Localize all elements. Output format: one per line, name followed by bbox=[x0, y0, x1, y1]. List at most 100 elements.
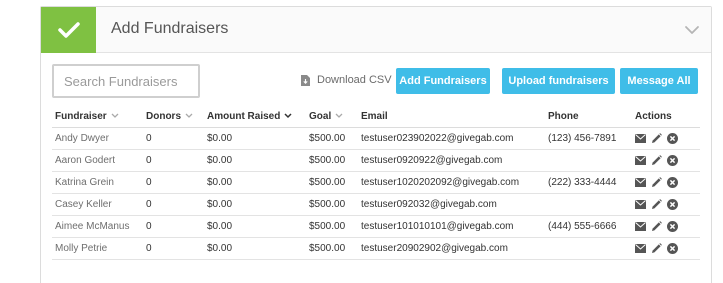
add-fundraisers-button[interactable]: Add Fundraisers bbox=[396, 68, 490, 94]
row-actions bbox=[632, 215, 700, 238]
pencil-icon[interactable] bbox=[651, 132, 662, 144]
fundraisers-panel: Add Fundraisers Download CSV Add Fundrai… bbox=[40, 6, 712, 283]
table-row: Molly Petrie 0 $0.00 $500.00 testuser2090290… bbox=[52, 237, 700, 260]
donors-count: 0 bbox=[143, 171, 204, 194]
completed-badge bbox=[41, 7, 96, 53]
remove-icon[interactable] bbox=[667, 242, 678, 254]
pencil-icon[interactable] bbox=[651, 176, 662, 188]
phone-number: (222) 333-4444 bbox=[545, 171, 632, 194]
chevron-down-icon bbox=[284, 113, 292, 119]
email-address: testuser0920922@givegab.com bbox=[358, 149, 545, 172]
table-row: Andy Dwyer 0 $0.00 $500.00 testuser023902022… bbox=[52, 127, 700, 150]
pencil-icon[interactable] bbox=[651, 220, 662, 232]
donors-count: 0 bbox=[143, 149, 204, 172]
table-body: Andy Dwyer 0 $0.00 $500.00 testuser023902022… bbox=[52, 127, 700, 260]
fundraiser-name[interactable]: Katrina Grein bbox=[52, 171, 143, 194]
column-header-email: Email bbox=[358, 106, 545, 128]
panel-title: Add Fundraisers bbox=[111, 20, 229, 37]
column-header-goal-label: Goal bbox=[309, 110, 332, 122]
envelope-icon[interactable] bbox=[635, 243, 646, 253]
column-header-amount-raised[interactable]: Amount Raised bbox=[204, 106, 306, 128]
row-actions bbox=[632, 149, 700, 172]
amount-raised: $0.00 bbox=[204, 149, 306, 172]
chevron-down-icon bbox=[111, 113, 119, 119]
email-address: testuser1020202092@givegab.com bbox=[358, 171, 545, 194]
panel-header[interactable]: Add Fundraisers bbox=[41, 7, 711, 53]
download-file-icon bbox=[301, 74, 310, 86]
column-header-amount-label: Amount Raised bbox=[207, 110, 281, 122]
fundraiser-name[interactable]: Aaron Godert bbox=[52, 149, 143, 172]
column-header-actions: Actions bbox=[632, 106, 700, 128]
chevron-down-icon bbox=[335, 113, 343, 119]
phone-number bbox=[545, 193, 632, 216]
upload-fundraisers-button[interactable]: Upload fundraisers bbox=[502, 68, 615, 94]
download-csv-label: Download CSV bbox=[317, 74, 392, 86]
column-header-fundraiser[interactable]: Fundraiser bbox=[52, 106, 143, 128]
column-header-fundraiser-label: Fundraiser bbox=[55, 110, 107, 122]
donors-count: 0 bbox=[143, 215, 204, 238]
phone-number: (123) 456-7891 bbox=[545, 127, 632, 150]
pencil-icon[interactable] bbox=[651, 242, 662, 254]
envelope-icon[interactable] bbox=[635, 199, 646, 209]
row-actions bbox=[632, 237, 700, 260]
check-icon bbox=[57, 22, 80, 38]
table-header-row: Fundraiser Donors Amount Raised Goal Ema… bbox=[52, 106, 700, 128]
envelope-icon[interactable] bbox=[635, 221, 646, 231]
email-address: testuser023902022@givegab.com bbox=[358, 127, 545, 150]
chevron-down-icon[interactable] bbox=[684, 22, 700, 38]
chevron-down-icon bbox=[185, 113, 193, 119]
column-header-donors-label: Donors bbox=[146, 110, 181, 122]
email-address: testuser092032@givegab.com bbox=[358, 193, 545, 216]
goal-amount: $500.00 bbox=[306, 237, 358, 260]
fundraiser-name[interactable]: Andy Dwyer bbox=[52, 127, 143, 150]
remove-icon[interactable] bbox=[667, 176, 678, 188]
amount-raised: $0.00 bbox=[204, 171, 306, 194]
amount-raised: $0.00 bbox=[204, 215, 306, 238]
column-header-phone-label: Phone bbox=[548, 110, 579, 122]
goal-amount: $500.00 bbox=[306, 193, 358, 216]
goal-amount: $500.00 bbox=[306, 171, 358, 194]
pencil-icon[interactable] bbox=[651, 154, 662, 166]
donors-count: 0 bbox=[143, 127, 204, 150]
fundraiser-name[interactable]: Aimee McManus bbox=[52, 215, 143, 238]
remove-icon[interactable] bbox=[667, 198, 678, 210]
table-row: Katrina Grein 0 $0.00 $500.00 testuser102020… bbox=[52, 171, 700, 194]
remove-icon[interactable] bbox=[667, 154, 678, 166]
row-actions bbox=[632, 193, 700, 216]
fundraiser-name[interactable]: Molly Petrie bbox=[52, 237, 143, 260]
donors-count: 0 bbox=[143, 237, 204, 260]
goal-amount: $500.00 bbox=[306, 215, 358, 238]
column-header-phone: Phone bbox=[545, 106, 632, 128]
envelope-icon[interactable] bbox=[635, 133, 646, 143]
table-row: Aimee McManus 0 $0.00 $500.00 testuser101010… bbox=[52, 215, 700, 238]
column-header-actions-label: Actions bbox=[635, 110, 672, 122]
search-input[interactable] bbox=[52, 64, 200, 98]
column-header-goal[interactable]: Goal bbox=[306, 106, 358, 128]
fundraiser-name[interactable]: Casey Keller bbox=[52, 193, 143, 216]
table-row: Casey Keller 0 $0.00 $500.00 testuser092032@… bbox=[52, 193, 700, 216]
goal-amount: $500.00 bbox=[306, 127, 358, 150]
phone-number bbox=[545, 149, 632, 172]
table-row: Aaron Godert 0 $0.00 $500.00 testuser0920922… bbox=[52, 149, 700, 172]
remove-icon[interactable] bbox=[667, 132, 678, 144]
email-address: testuser20902902@givegab.com bbox=[358, 237, 545, 260]
amount-raised: $0.00 bbox=[204, 127, 306, 150]
email-address: testuser101010101@givegab.com bbox=[358, 215, 545, 238]
amount-raised: $0.00 bbox=[204, 193, 306, 216]
donors-count: 0 bbox=[143, 193, 204, 216]
goal-amount: $500.00 bbox=[306, 149, 358, 172]
column-header-donors[interactable]: Donors bbox=[143, 106, 204, 128]
envelope-icon[interactable] bbox=[635, 177, 646, 187]
remove-icon[interactable] bbox=[667, 220, 678, 232]
amount-raised: $0.00 bbox=[204, 237, 306, 260]
pencil-icon[interactable] bbox=[651, 198, 662, 210]
phone-number bbox=[545, 237, 632, 260]
fundraisers-table: Fundraiser Donors Amount Raised Goal Ema… bbox=[52, 106, 700, 260]
message-all-button[interactable]: Message All bbox=[620, 68, 698, 94]
row-actions bbox=[632, 127, 700, 150]
column-header-email-label: Email bbox=[361, 110, 388, 122]
envelope-icon[interactable] bbox=[635, 155, 646, 165]
download-csv-link[interactable]: Download CSV bbox=[301, 74, 392, 86]
row-actions bbox=[632, 171, 700, 194]
phone-number: (444) 555-6666 bbox=[545, 215, 632, 238]
